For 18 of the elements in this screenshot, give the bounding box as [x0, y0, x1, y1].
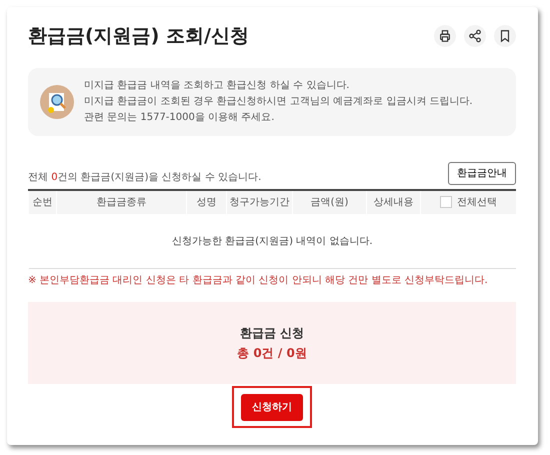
apply-button[interactable]: 신청하기	[241, 394, 303, 422]
column-header: 금액(원)	[292, 190, 366, 214]
summary-title: 환급금 신청	[240, 325, 304, 342]
info-text: 미지급 환급금 내역을 조회하고 환급신청 하실 수 있습니다.	[84, 78, 350, 93]
notice-text: ※ 본인부담환급금 대리인 신청은 타 환급금과 같이 신청이 안되니 해당 건만 별도로 신청부탁드립니다.	[28, 274, 489, 288]
guide-button[interactable]: 환급금안내	[448, 162, 516, 185]
column-header: 순번	[28, 190, 56, 214]
info-text: 미지급 환급금이 조회된 경우 환급신청하시면 고객님의 예금계좌로 입금시켜 드립니다.	[84, 94, 473, 109]
column-header: 환급금종류	[56, 190, 186, 214]
page-title: 환급금(지원금) 조회/신청	[28, 25, 249, 48]
empty-message: 신청가능한 환급금(지원금) 내역이 없습니다.	[28, 214, 516, 269]
select-all-label: 전체선택	[457, 196, 497, 208]
column-header: 성명	[186, 190, 226, 214]
column-header: 상세내용	[366, 190, 420, 214]
summary-total: 총 0건 / 0원	[237, 345, 307, 362]
column-header: 청구가능기간	[226, 190, 292, 214]
count-text: 전체 0건의 환급금(지원금)을 신청하실 수 있습니다.	[28, 170, 262, 185]
info-text: 관련 문의는 1577-1000을 이용해 주세요.	[84, 110, 276, 125]
